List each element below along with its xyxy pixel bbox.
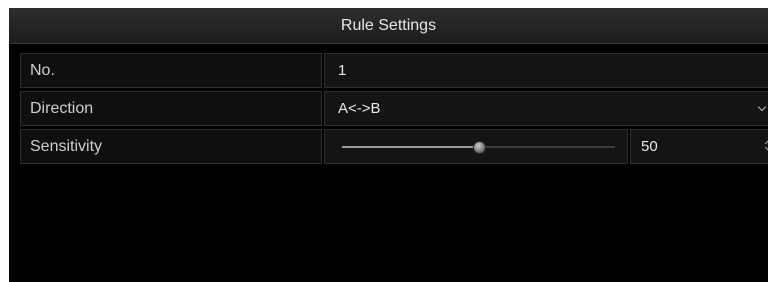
rule-row-sensitivity: Sensitivity 50 xyxy=(20,129,768,164)
direction-label: Direction xyxy=(20,91,322,126)
slider-thumb[interactable] xyxy=(472,141,486,154)
sensitivity-spinbox[interactable]: 50 xyxy=(630,129,768,164)
number-label: No. xyxy=(20,53,322,88)
direction-select[interactable]: A<->B xyxy=(324,91,768,126)
rule-row-number: No. 1 xyxy=(20,53,768,88)
number-value: 1 xyxy=(338,62,347,79)
sensitivity-value: 50 xyxy=(641,138,658,155)
rule-row-direction: Direction A<->B xyxy=(20,91,768,126)
number-value-field[interactable]: 1 xyxy=(324,53,768,88)
slider-track-fill xyxy=(342,146,479,148)
direction-selected-value: A<->B xyxy=(338,100,381,117)
dialog-title: Rule Settings xyxy=(340,16,437,34)
sensitivity-label: Sensitivity xyxy=(20,129,322,164)
dialog-title-bar: Rule Settings xyxy=(9,8,768,44)
slider-track[interactable] xyxy=(342,141,615,154)
rule-settings-dialog: Rule Settings No. 1 Direction A<->B Sens… xyxy=(9,8,768,282)
sensitivity-slider[interactable] xyxy=(324,129,628,164)
